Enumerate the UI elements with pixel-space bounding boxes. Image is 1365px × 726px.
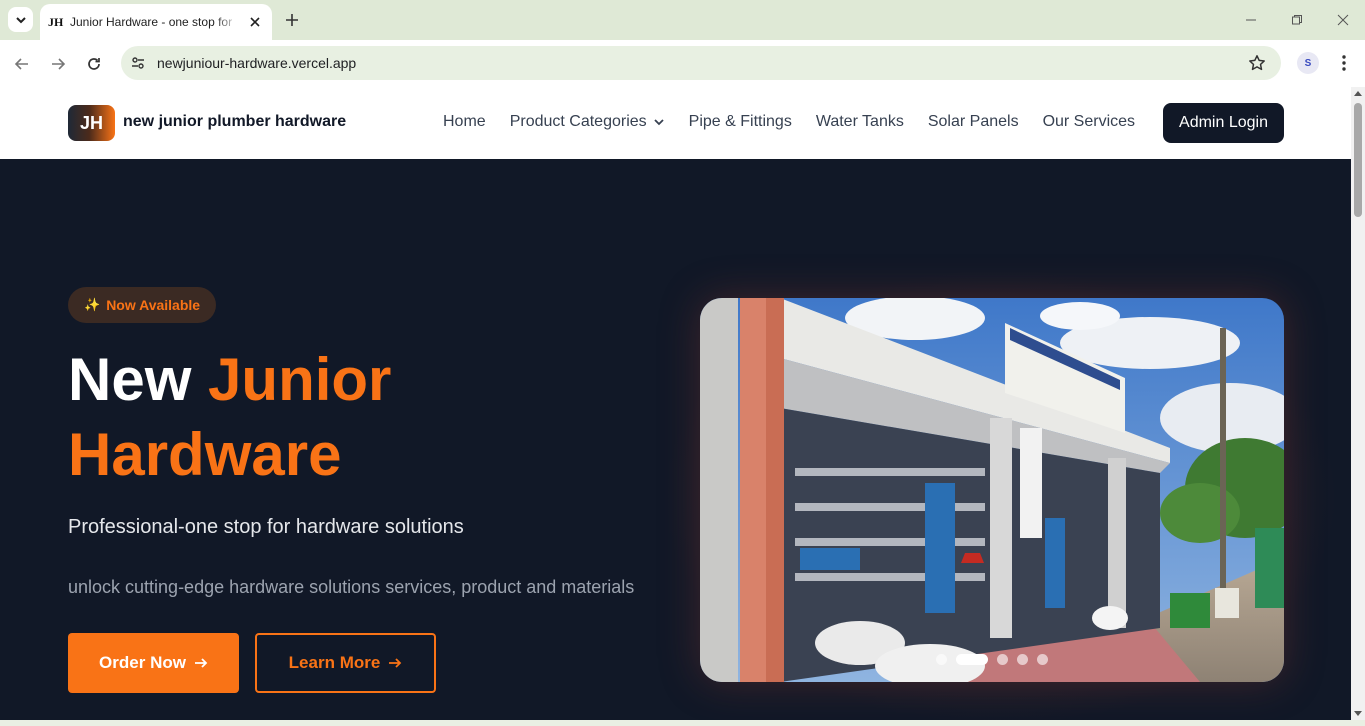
star-icon bbox=[1249, 55, 1265, 71]
nav-solar-panels[interactable]: Solar Panels bbox=[928, 113, 1019, 131]
now-available-badge: ✨ Now Available bbox=[68, 287, 217, 323]
browser-menu-button[interactable] bbox=[1334, 52, 1354, 74]
order-now-button[interactable]: Order Now bbox=[68, 633, 239, 693]
hero-subtitle: Professional-one stop for hardware solut… bbox=[68, 516, 464, 538]
plus-icon bbox=[286, 14, 298, 26]
sparkles-icon: ✨ bbox=[84, 297, 101, 312]
nav-pipes-label: Pipe & Fittings bbox=[688, 113, 792, 130]
arrow-right-icon bbox=[194, 658, 208, 668]
chevron-down-icon bbox=[15, 16, 26, 23]
minimize-button[interactable] bbox=[1241, 10, 1261, 30]
site-header: JH new junior plumber hardware Home Prod… bbox=[0, 87, 1351, 159]
tune-icon bbox=[132, 57, 144, 69]
arrow-right-icon bbox=[52, 58, 66, 70]
close-window-button[interactable] bbox=[1333, 10, 1353, 30]
hero-title: New Junior Hardware bbox=[68, 342, 628, 492]
close-tab-button[interactable] bbox=[246, 13, 264, 31]
order-now-label: Order Now bbox=[99, 653, 186, 672]
tab-title: Junior Hardware - one stop for bbox=[70, 15, 233, 29]
hero-image-carousel[interactable] bbox=[700, 298, 1284, 682]
restore-icon bbox=[1292, 15, 1302, 25]
carousel-dot[interactable] bbox=[1017, 654, 1028, 665]
browser-tab[interactable]: JH Junior Hardware - one stop for bbox=[40, 4, 272, 40]
url-text[interactable]: newjuniour-hardware.vercel.app bbox=[157, 55, 356, 71]
new-tab-button[interactable] bbox=[282, 10, 302, 30]
carousel-dot-active[interactable] bbox=[956, 654, 988, 665]
profile-initial: S bbox=[1304, 57, 1312, 69]
restore-button[interactable] bbox=[1287, 10, 1307, 30]
profile-avatar[interactable]: S bbox=[1297, 52, 1319, 74]
carousel-dot[interactable] bbox=[997, 654, 1008, 665]
page-scrollbar[interactable] bbox=[1351, 87, 1365, 720]
hero-title-white: New bbox=[68, 346, 209, 413]
nav-home[interactable]: Home bbox=[443, 113, 486, 131]
address-bar[interactable]: newjuniour-hardware.vercel.app bbox=[121, 46, 1281, 80]
minimize-icon bbox=[1246, 19, 1256, 21]
bookmark-button[interactable] bbox=[1247, 53, 1267, 73]
back-button[interactable] bbox=[10, 52, 34, 76]
close-icon bbox=[250, 17, 260, 27]
browser-tab-strip: JH Junior Hardware - one stop for bbox=[0, 0, 1365, 40]
hardware-store-photo bbox=[700, 298, 1284, 682]
reload-icon bbox=[88, 58, 100, 70]
carousel-dot[interactable] bbox=[1037, 654, 1048, 665]
carousel-dot[interactable] bbox=[936, 654, 947, 665]
nav-product-categories[interactable]: Product Categories bbox=[510, 113, 665, 131]
nav-pipe-fittings[interactable]: Pipe & Fittings bbox=[689, 113, 792, 131]
hero-description: unlock cutting-edge hardware solutions s… bbox=[68, 577, 635, 597]
scroll-down-arrow-icon[interactable] bbox=[1354, 711, 1362, 716]
more-vert-icon bbox=[1342, 55, 1346, 71]
nav-tanks-label: Water Tanks bbox=[815, 113, 904, 130]
learn-more-button[interactable]: Learn More bbox=[255, 633, 436, 693]
carousel-indicators bbox=[936, 654, 1057, 665]
chevron-down-icon bbox=[654, 119, 664, 126]
arrow-right-icon bbox=[389, 658, 402, 668]
tab-favicon: JH bbox=[48, 14, 64, 29]
reload-button[interactable] bbox=[82, 52, 106, 76]
site-brand-name[interactable]: new junior plumber hardware bbox=[123, 113, 346, 131]
site-logo[interactable]: JH bbox=[68, 105, 115, 141]
page-viewport: JH new junior plumber hardware Home Prod… bbox=[0, 87, 1351, 720]
scrollbar-thumb[interactable] bbox=[1354, 103, 1362, 217]
nav-home-label: Home bbox=[443, 113, 486, 130]
learn-more-label: Learn More bbox=[288, 653, 381, 672]
nav-categories-label: Product Categories bbox=[509, 113, 647, 130]
badge-label: Now Available bbox=[106, 297, 201, 313]
forward-button[interactable] bbox=[46, 52, 70, 76]
tab-search-button[interactable] bbox=[8, 7, 33, 32]
nav-our-services[interactable]: Our Services bbox=[1043, 113, 1135, 131]
scroll-up-arrow-icon[interactable] bbox=[1354, 91, 1362, 96]
nav-services-label: Our Services bbox=[1042, 113, 1136, 130]
site-info-button[interactable] bbox=[125, 50, 151, 76]
nav-water-tanks[interactable]: Water Tanks bbox=[816, 113, 904, 131]
browser-bottom-edge bbox=[0, 720, 1365, 726]
close-icon bbox=[1337, 14, 1349, 26]
arrow-left-icon bbox=[14, 58, 28, 70]
main-nav: Home Product Categories Pipe & Fittings … bbox=[443, 113, 1159, 131]
nav-solar-label: Solar Panels bbox=[927, 113, 1019, 130]
admin-login-button[interactable]: Admin Login bbox=[1163, 103, 1284, 143]
